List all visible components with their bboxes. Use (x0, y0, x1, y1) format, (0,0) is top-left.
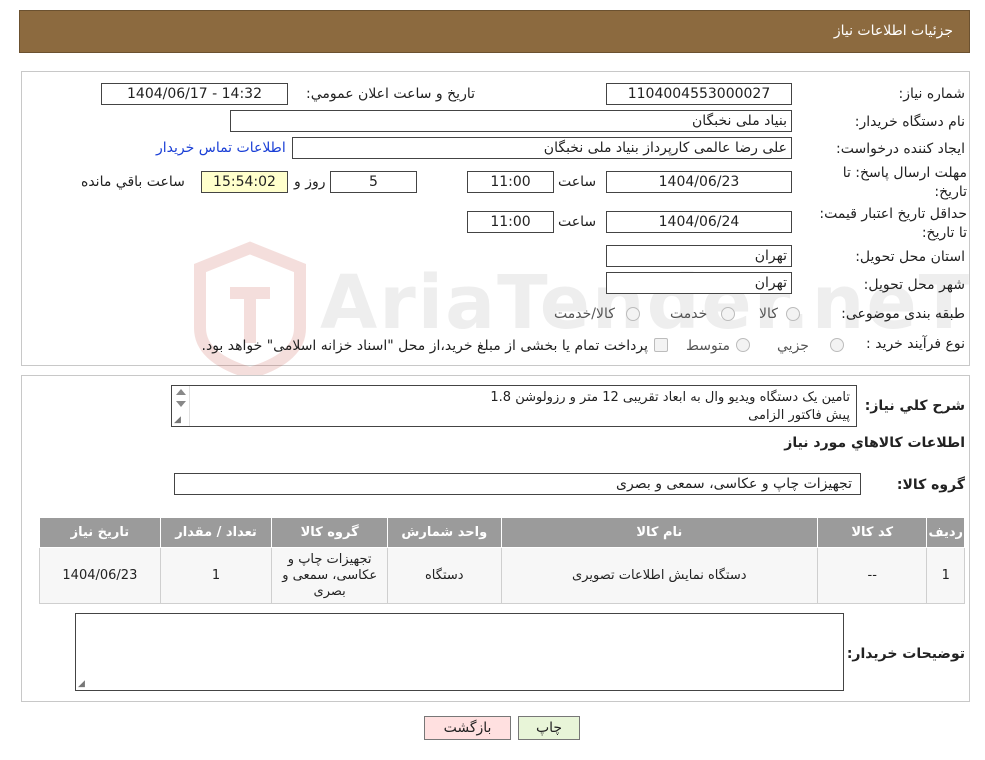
category-label: طبقه بندی موضوعی: (841, 306, 965, 322)
deadline-date-field: 1404/06/23 (606, 171, 792, 193)
description-line-1: تامین یک دستگاه ویدیو وال به ابعاد تقریب… (490, 390, 850, 405)
col-unit: واحد شمارش (386, 517, 502, 548)
creator-field: علی رضا عالمی کارپرداز بنیاد ملی نخبگان (292, 137, 792, 159)
remaining-time-field: 15:54:02 (201, 171, 288, 193)
cell-name: دستگاه نمایش اطلاعات تصویری (500, 547, 818, 604)
category-option-goods-service: کالا/خدمت (554, 306, 615, 322)
resize-grip-icon[interactable]: ◢ (78, 680, 85, 689)
category-option-goods: کالا (759, 306, 778, 322)
cell-code: -- (816, 547, 928, 604)
buyer-org-field: بنیاد ملی نخبگان (230, 110, 792, 132)
col-name: نام کالا (500, 517, 818, 548)
creator-label: ايجاد کننده درخواست: (836, 141, 965, 157)
buyer-contact-link[interactable]: اطلاعات تماس خریدار (156, 140, 286, 156)
city-label: شهر محل تحویل: (863, 277, 965, 293)
page-title: جزئیات اطلاعات نیاز (833, 23, 953, 39)
col-date: تاریخ نیاز (39, 517, 161, 548)
deadline-label: مهلت ارسال پاسخ: تا تاریخ: (842, 165, 967, 200)
cell-date: 1404/06/23 (39, 547, 161, 604)
validity-time-field: 11:00 (467, 211, 554, 233)
description-label: شرح کلي نياز: (864, 398, 965, 414)
process-note: پرداخت تمام یا بخشی از مبلغ خرید،از محل … (201, 338, 648, 354)
print-button[interactable]: چاپ (518, 716, 580, 740)
deadline-time-label: ساعت (558, 174, 597, 190)
category-option-service: خدمت (670, 306, 708, 322)
province-field: تهران (606, 245, 792, 267)
cell-index: 1 (926, 547, 965, 604)
items-table: رديف کد کالا نام کالا واحد شمارش گروه کا… (39, 517, 965, 604)
description-textarea[interactable]: تامین یک دستگاه ویدیو وال به ابعاد تقریب… (171, 385, 857, 427)
description-scrollbar[interactable]: ◢ (172, 386, 190, 426)
page-header: جزئیات اطلاعات نیاز (19, 10, 970, 53)
process-note-checkbox[interactable] (654, 338, 668, 352)
scroll-down-icon[interactable] (176, 401, 186, 407)
table-row: 1 -- دستگاه نمایش اطلاعات تصویری دستگاه … (39, 547, 965, 604)
col-qty: تعداد / مقدار (159, 517, 273, 548)
city-field: تهران (606, 272, 792, 294)
goods-group-label: گروه کالا: (896, 477, 965, 493)
process-label: نوع فرآيند خريد : (866, 336, 965, 352)
process-option-minor: جزيي (777, 338, 809, 354)
cell-group: تجهیزات چاپ و عکاسی، سمعی و بصری (271, 547, 388, 604)
table-header-row: رديف کد کالا نام کالا واحد شمارش گروه کا… (39, 517, 965, 548)
days-and-label: روز و (294, 174, 326, 190)
remaining-label: ساعت باقي مانده (81, 174, 185, 190)
buyer-org-label: نام دستگاه خريدار: (854, 114, 965, 130)
description-line-2: پیش فاکتور الزامی (748, 408, 850, 423)
province-label: استان محل تحویل: (855, 249, 965, 265)
process-radio-medium[interactable] (736, 338, 750, 352)
goods-group-field: تجهیزات چاپ و عکاسی، سمعی و بصری (174, 473, 861, 495)
col-index: رديف (926, 517, 965, 548)
category-radio-goods-service[interactable] (626, 307, 640, 321)
category-radio-service[interactable] (721, 307, 735, 321)
need-number-field: 1104004553000027 (606, 83, 792, 105)
announce-label: تاریخ و ساعت اعلان عمومي: (306, 86, 475, 102)
announce-field: 1404/06/17 - 14:32 (101, 83, 288, 105)
buyer-notes-label: توضیحات خريدار: (846, 646, 965, 662)
validity-time-label: ساعت (558, 214, 597, 230)
process-option-medium: متوسط (686, 338, 730, 354)
cell-qty: 1 (159, 547, 273, 604)
back-button[interactable]: بازگشت (424, 716, 511, 740)
buyer-notes-textarea[interactable]: ◢ (75, 613, 844, 691)
category-radio-goods[interactable] (786, 307, 800, 321)
goods-section-title: اطلاعات کالاهاي مورد نياز (784, 435, 965, 451)
days-field: 5 (330, 171, 417, 193)
need-number-label: شماره نیاز: (898, 86, 966, 102)
col-code: کد کالا (816, 517, 928, 548)
col-group: گروه کالا (271, 517, 388, 548)
validity-label: حداقل تاریخ اعتبار قیمت: تا تاریخ: (819, 206, 967, 241)
deadline-time-field: 11:00 (467, 171, 554, 193)
process-radio-minor[interactable] (830, 338, 844, 352)
scroll-up-icon[interactable] (176, 389, 186, 395)
cell-unit: دستگاه (386, 547, 502, 604)
validity-date-field: 1404/06/24 (606, 211, 792, 233)
resize-grip-icon[interactable]: ◢ (174, 416, 181, 425)
